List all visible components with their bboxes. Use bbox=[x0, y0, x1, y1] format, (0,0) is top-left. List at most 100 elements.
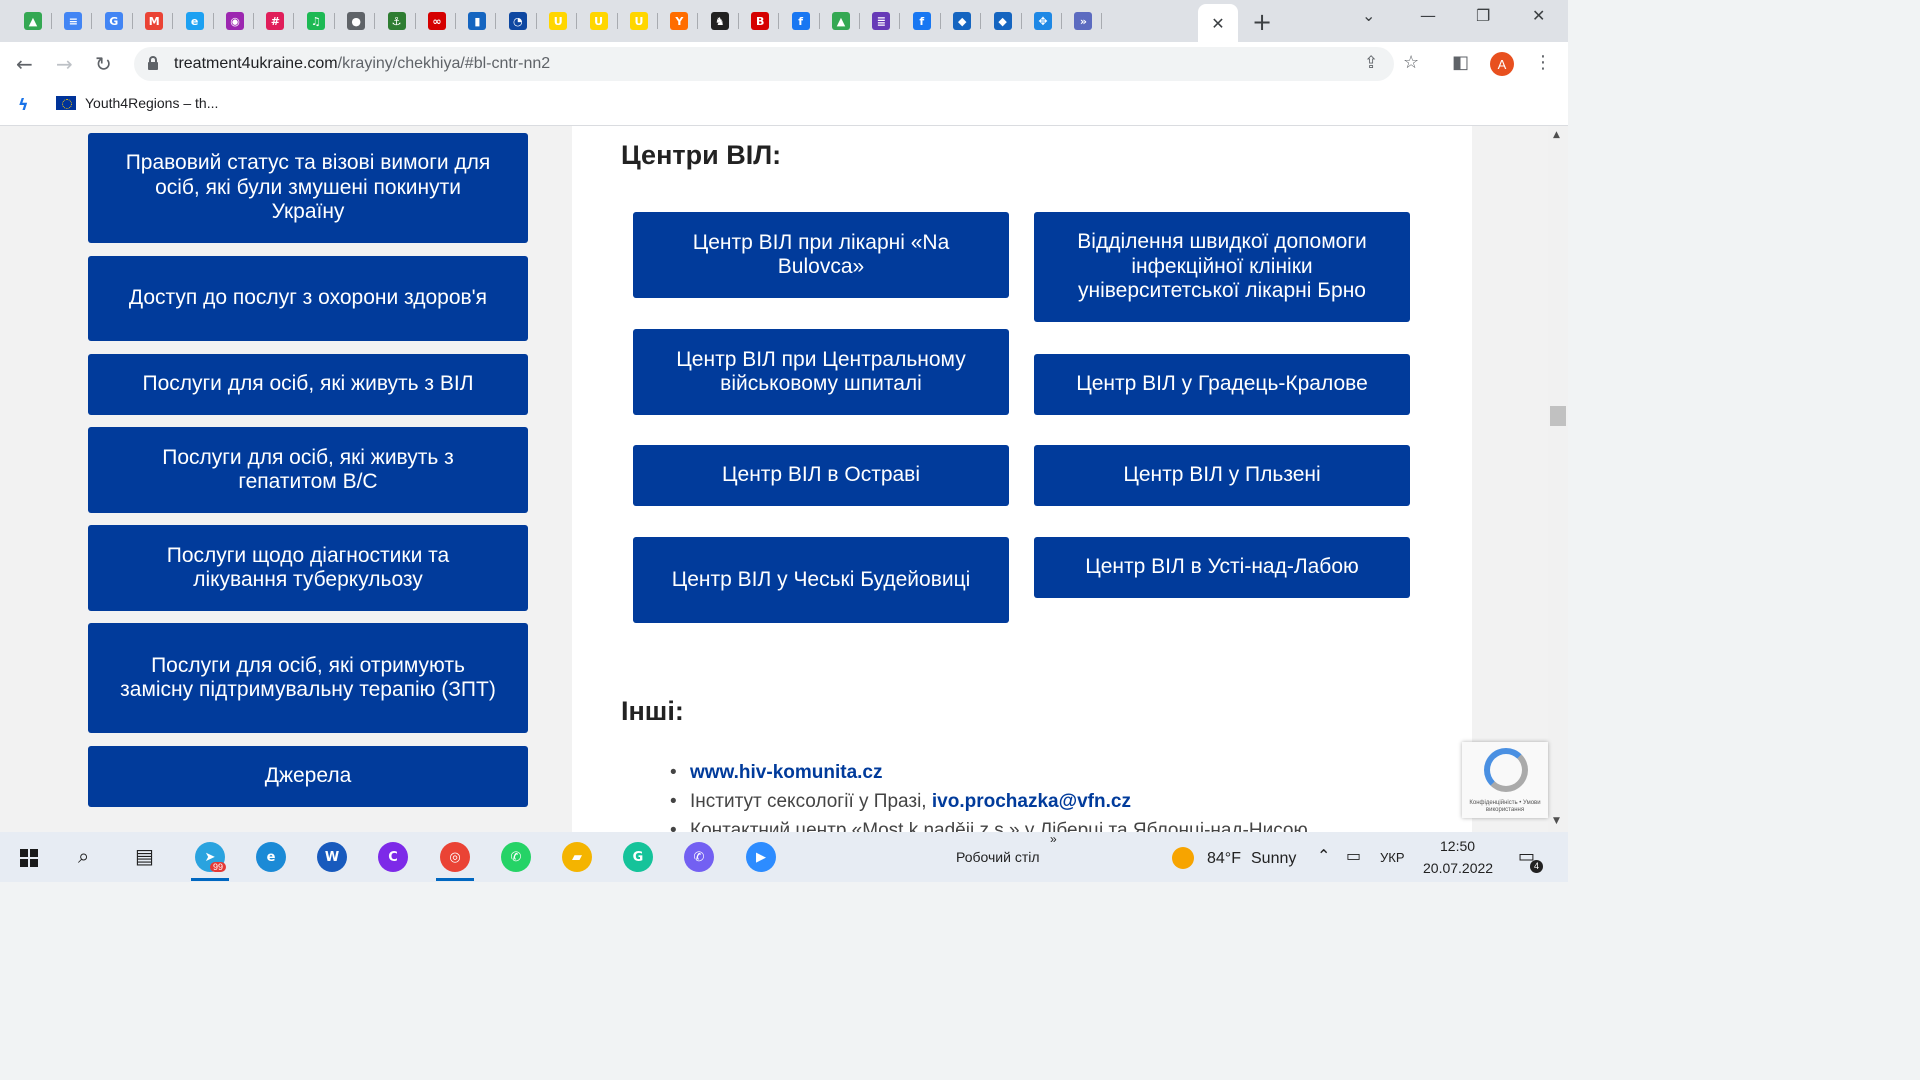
clock-time[interactable]: 12:50 bbox=[1440, 838, 1475, 854]
back-button[interactable]: ← bbox=[16, 52, 33, 76]
tab-separator bbox=[899, 13, 901, 29]
link-hiv-komunita[interactable]: www.hiv-komunita.cz bbox=[690, 762, 883, 783]
profile-avatar[interactable]: A bbox=[1490, 52, 1514, 76]
browser-tab[interactable]: U bbox=[539, 6, 578, 36]
gmail-icon: M bbox=[145, 12, 164, 30]
sidebar-item-ost-services[interactable]: Послуги для осіб, які отримують замісну … bbox=[88, 623, 528, 733]
browser-tab[interactable]: ▲ bbox=[822, 6, 860, 36]
sidebar-item-hiv-services[interactable]: Послуги для осіб, які живуть з ВІЛ bbox=[88, 354, 528, 415]
minimize-button[interactable]: — bbox=[1420, 6, 1436, 25]
browser-tab[interactable]: e bbox=[176, 6, 214, 36]
browser-tab[interactable]: ◉ bbox=[216, 6, 254, 36]
sidebar-item-hepatitis-services[interactable]: Послуги для осіб, які живуть з гепатитом… bbox=[88, 427, 528, 513]
page-scrollbar[interactable]: ▲ ▼ bbox=[1548, 126, 1568, 832]
share-icon[interactable]: ⇪ bbox=[1364, 53, 1378, 73]
forward-button[interactable]: → bbox=[56, 52, 73, 76]
restore-button[interactable]: ❐ bbox=[1476, 6, 1490, 25]
hiv-center-hradec-kralove[interactable]: Центр ВІЛ у Градець-Кралове bbox=[1034, 354, 1410, 415]
eu-flag-icon[interactable] bbox=[56, 96, 76, 110]
side-panel-icon[interactable]: ◧ bbox=[1452, 52, 1469, 73]
chrome-icon[interactable]: ◎ bbox=[440, 842, 470, 872]
windows-start-icon[interactable] bbox=[20, 849, 38, 867]
u-icon-1: U bbox=[549, 12, 568, 30]
active-tab[interactable]: ✕ bbox=[1198, 4, 1238, 42]
sidebar-item-legal-status[interactable]: Правовий статус та візові вимоги для осі… bbox=[88, 133, 528, 243]
menu-icon[interactable]: ⋮ bbox=[1534, 52, 1552, 73]
scroll-down-icon[interactable]: ▼ bbox=[1553, 816, 1560, 826]
scroll-up-icon[interactable]: ▲ bbox=[1553, 130, 1560, 140]
infinity-icon: ∞ bbox=[428, 12, 446, 30]
edge-icon[interactable]: e bbox=[256, 842, 286, 872]
scroll-thumb[interactable] bbox=[1550, 406, 1566, 426]
browser-tab[interactable]: B bbox=[741, 6, 780, 36]
browser-tab[interactable]: U bbox=[620, 6, 658, 36]
clock-date[interactable]: 20.07.2022 bbox=[1423, 860, 1493, 876]
browser-tab[interactable]: G bbox=[95, 6, 133, 36]
hiv-center-na-bulovca[interactable]: Центр ВІЛ при лікарні «Na Bulovca» bbox=[633, 212, 1009, 298]
bookmark-star-icon[interactable]: ☆ bbox=[1403, 52, 1419, 73]
viber-icon[interactable]: ✆ bbox=[684, 842, 714, 872]
search-icon[interactable]: ⌕ bbox=[78, 844, 89, 868]
lock-icon[interactable] bbox=[148, 56, 158, 70]
browser-tab[interactable]: ≡ bbox=[54, 6, 93, 36]
address-bar[interactable]: treatment4ukraine.com/krayiny/chekhiya/#… bbox=[134, 47, 1394, 81]
browser-tab[interactable]: ◆ bbox=[943, 6, 982, 36]
hiv-center-plzen[interactable]: Центр ВІЛ у Пльзені bbox=[1034, 445, 1410, 506]
new-tab-button[interactable]: + bbox=[1252, 8, 1272, 36]
sidebar-item-sources[interactable]: Джерела bbox=[88, 746, 528, 807]
sidebar-item-tb-services[interactable]: Послуги щодо діагностики та лікування ту… bbox=[88, 525, 528, 611]
battery-icon[interactable]: ▭ bbox=[1346, 846, 1361, 865]
browser-tab[interactable]: ◔ bbox=[499, 6, 537, 36]
browser-tab[interactable]: Y bbox=[660, 6, 699, 36]
word-icon[interactable]: W bbox=[317, 842, 347, 872]
browser-tab[interactable]: ⚓ bbox=[378, 6, 416, 36]
browser-tab[interactable]: ▲ bbox=[14, 6, 52, 36]
bookmark-app-icon[interactable]: ϟ bbox=[18, 95, 38, 115]
browser-tab[interactable]: » bbox=[1064, 6, 1103, 36]
browser-tab[interactable]: U bbox=[580, 6, 618, 36]
recaptcha-badge[interactable]: Конфіденційність • Умови використання bbox=[1462, 742, 1548, 818]
link-email-prochazka[interactable]: ivo.prochazka@vfn.cz bbox=[932, 791, 1131, 812]
close-window-button[interactable]: ✕ bbox=[1532, 6, 1545, 25]
browser-tab[interactable]: # bbox=[256, 6, 295, 36]
recaptcha-text[interactable]: Конфіденційність • Умови використання bbox=[1464, 800, 1546, 814]
bookmark-youth4regions[interactable]: Youth4Regions – th... bbox=[85, 95, 218, 111]
browser-tab[interactable]: ∞ bbox=[418, 6, 456, 36]
cat-icon: ♞ bbox=[710, 12, 729, 30]
file-explorer-icon[interactable]: ▰ bbox=[562, 842, 592, 872]
task-view-icon[interactable]: ▤ bbox=[135, 844, 154, 868]
browser-tab[interactable]: ▮ bbox=[458, 6, 497, 36]
whatsapp-icon[interactable]: ✆ bbox=[501, 842, 531, 872]
tray-chevron-icon[interactable]: ⌃ bbox=[1317, 846, 1330, 865]
hiv-center-usti-nad-labem[interactable]: Центр ВІЛ в Усті-над-Лабою bbox=[1034, 537, 1410, 598]
hiv-center-military-hospital[interactable]: Центр ВІЛ при Центральному військовому ш… bbox=[633, 329, 1009, 415]
sidebar-item-healthcare-access[interactable]: Доступ до послуг з охорони здоров'я bbox=[88, 256, 528, 341]
weather-desc[interactable]: Sunny bbox=[1251, 850, 1296, 868]
browser-tab[interactable]: f bbox=[903, 6, 941, 36]
weather-temp[interactable]: 84°F bbox=[1207, 850, 1241, 868]
desktop-label[interactable]: Робочий стіл bbox=[956, 849, 1040, 865]
zoom-icon[interactable]: ▶ bbox=[746, 842, 776, 872]
hiv-center-ostrava[interactable]: Центр ВІЛ в Остраві bbox=[633, 445, 1009, 506]
tab-search-icon[interactable]: ⌄ bbox=[1362, 6, 1375, 25]
hiv-center-brno[interactable]: Відділення швидкої допомоги інфекційної … bbox=[1034, 212, 1410, 322]
grammarly-icon[interactable]: G bbox=[623, 842, 653, 872]
reload-button[interactable]: ↻ bbox=[95, 52, 112, 76]
desktop-toolbar-chevron[interactable]: » bbox=[1050, 832, 1057, 846]
tab-separator bbox=[1061, 13, 1062, 29]
shield-ua-icon-1: ◆ bbox=[953, 12, 972, 30]
browser-tab[interactable]: ✥ bbox=[1024, 6, 1062, 36]
browser-tab[interactable]: ♞ bbox=[701, 6, 739, 36]
browser-tab[interactable]: ● bbox=[337, 6, 376, 36]
canva-icon[interactable]: C bbox=[378, 842, 408, 872]
url-text[interactable]: treatment4ukraine.com/krayiny/chekhiya/#… bbox=[174, 55, 550, 73]
tab-separator bbox=[778, 13, 780, 29]
browser-tab[interactable]: M bbox=[135, 6, 174, 36]
browser-tab[interactable]: ◆ bbox=[984, 6, 1022, 36]
hiv-center-ceske-budejovice[interactable]: Центр ВІЛ у Чеські Будейовиці bbox=[633, 537, 1009, 623]
browser-tab[interactable]: f bbox=[782, 6, 820, 36]
browser-tab[interactable]: ♫ bbox=[297, 6, 335, 36]
close-tab-icon[interactable]: ✕ bbox=[1211, 14, 1224, 33]
browser-tab[interactable]: ≣ bbox=[862, 6, 901, 36]
language-indicator[interactable]: УКР bbox=[1380, 850, 1405, 865]
